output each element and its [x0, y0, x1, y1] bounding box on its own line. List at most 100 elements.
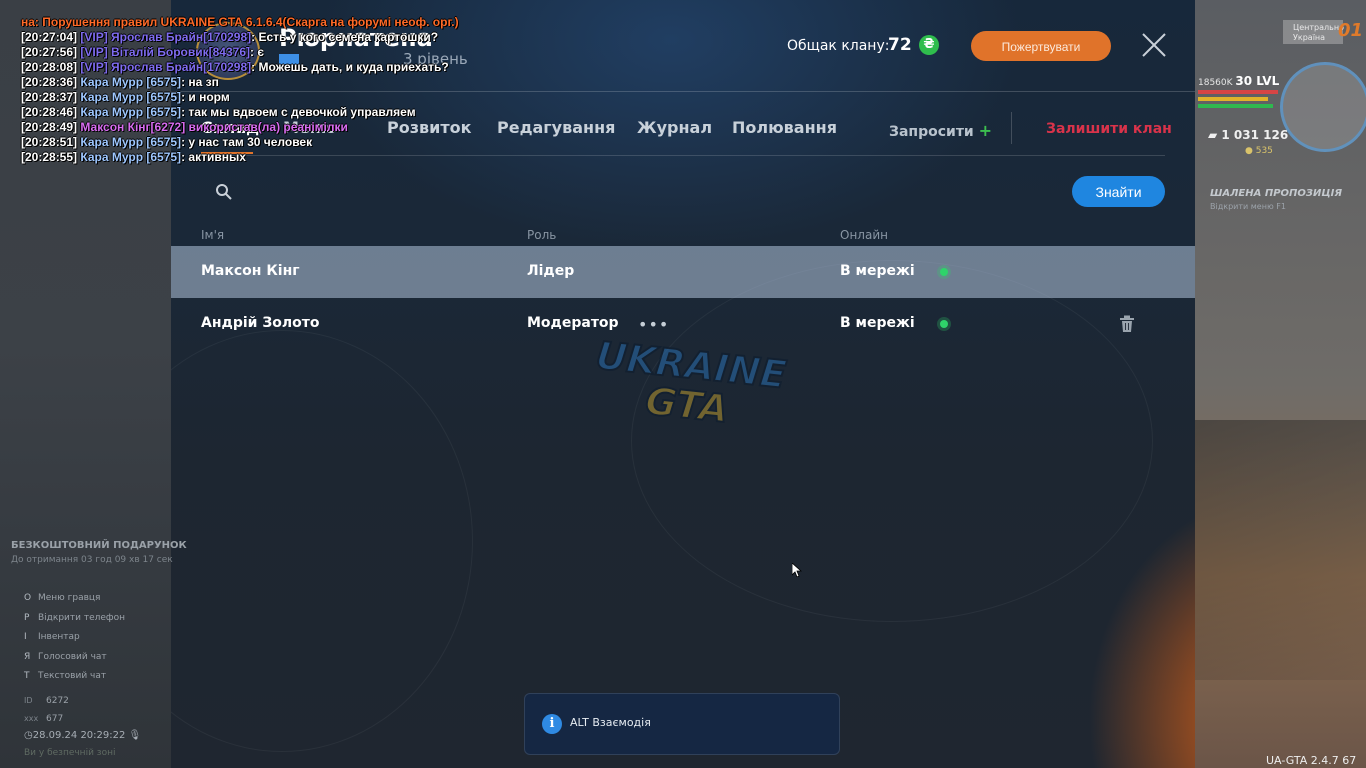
chat-fragment: Кара Мурр [6575] [80, 135, 182, 149]
chat-fragment: [20:28:51] [21, 135, 81, 149]
hotkey-key: Я [24, 651, 31, 662]
search-input[interactable] [245, 176, 1029, 208]
cash-value: 1 031 126 [1221, 128, 1289, 142]
chat-line: [20:28:36] Кара Мурр [6575]: на зп [21, 75, 581, 90]
health-bar [1198, 90, 1278, 94]
chat-fragment: [20:27:04] [21, 30, 81, 44]
chat-fragment: Кара Мурр [6575] [80, 90, 182, 104]
player-id: ID 6272 [24, 696, 69, 706]
tab-journal[interactable]: Журнал [637, 118, 712, 137]
online-count-key: ххх [24, 714, 39, 723]
hint-text: ALT Взаємодія [570, 716, 651, 729]
cash: ▰ 1 031 126 [1208, 128, 1288, 142]
free-gift-title: БЕЗКОШТОВНИЙ ПОДАРУНОК [11, 540, 187, 551]
chat-fragment: [VIP] Віталій Боровик[84376] [80, 45, 250, 59]
level-value: 30 LVL [1235, 74, 1280, 88]
chat-line: [20:28:37] Кара Мурр [6575]: и норм [21, 90, 581, 105]
chat-fragment: [VIP] Ярослав Брайн[170298] [80, 60, 252, 74]
cash-icon: ▰ [1208, 128, 1222, 142]
leave-clan-button[interactable]: Залишити клан [1046, 121, 1172, 137]
invite-label: Запросити [889, 124, 974, 140]
mouse-cursor-icon [792, 563, 802, 577]
info-icon: i [542, 714, 562, 734]
member-name: Максон Кінг [201, 263, 300, 279]
chat-fragment: : Есть у кого семена картошки? [251, 30, 439, 44]
hunger-bar [1198, 97, 1268, 101]
find-button[interactable]: Знайти [1072, 176, 1165, 207]
clock-icon: ◷ [24, 730, 33, 741]
stat-bars [1198, 90, 1278, 111]
region-number: 01 [1337, 20, 1363, 41]
member-role: Модератор [527, 315, 619, 331]
minimap [1280, 62, 1366, 152]
invite-button[interactable]: Запросити + [889, 121, 992, 140]
promo-title: ШАЛЕНА ПРОПОЗИЦІЯ [1210, 188, 1343, 199]
hotkey-label: Голосовий чат [38, 651, 107, 662]
promo-key: F1 [1276, 202, 1286, 211]
safe-zone: Ви у безпечній зоні [24, 748, 116, 758]
member-status: В мережі [840, 315, 915, 331]
online-dot-icon [940, 320, 948, 328]
interaction-hint: i ALT Взаємодія [524, 693, 840, 755]
chat-fragment: [20:28:37] [21, 90, 81, 104]
promo-sub-text: Відкрити меню [1210, 202, 1274, 211]
search-icon [216, 184, 232, 200]
chat-line: на: Порушення правил UKRAINE GTA 6.1.6.4… [21, 15, 581, 30]
chat-line: [20:28:51] Кара Мурр [6575]: у нас там 3… [21, 135, 581, 150]
hotkey-key: I [24, 632, 27, 642]
promo-banner: ШАЛЕНА ПРОПОЗИЦІЯ Відкрити меню F1 [1198, 186, 1348, 216]
member-status: В мережі [840, 263, 915, 279]
exp-value: 18560K [1198, 78, 1233, 88]
chat-line: [20:28:08] [VIP] Ярослав Брайн[170298]: … [21, 60, 581, 75]
treasury-value: 72 [888, 35, 912, 55]
clock: ◷28.09.24 20:29:22 🎙 [24, 730, 141, 741]
chat-fragment: : и норм [181, 90, 230, 104]
decor-circle [171, 330, 473, 752]
online-count-value: 677 [46, 714, 64, 724]
coins: ● 535 [1245, 146, 1273, 156]
close-icon[interactable] [1139, 30, 1169, 60]
chat-log: на: Порушення правил UKRAINE GTA 6.1.6.4… [21, 0, 581, 165]
online-count: ххх 677 [24, 714, 63, 724]
hotkey-key: P [24, 612, 30, 623]
more-options-icon[interactable]: ••• [638, 315, 669, 334]
tab-hunting[interactable]: Полювання [732, 118, 837, 137]
hotkey-list: O Меню гравця P Відкрити телефон I Інвентар… [24, 593, 125, 691]
currency-icon: ₴ [919, 35, 939, 55]
player-level: 18560K 30 LVL [1198, 74, 1279, 88]
chat-fragment: [20:28:55] [21, 150, 81, 164]
table-row[interactable]: Максон Кінг Лідер В мережі [171, 246, 1195, 298]
chat-fragment: [20:27:56] [21, 45, 81, 59]
hotkey-label: Відкрити телефон [38, 612, 126, 623]
column-header-name: Ім'я [201, 228, 225, 242]
chat-fragment: : є [250, 45, 264, 59]
hotkey-label: Меню гравця [38, 593, 101, 603]
chat-fragment: [20:28:08] [21, 60, 81, 74]
microphone-icon: 🎙 [128, 730, 142, 741]
hotkey-item: O Меню гравця [24, 593, 125, 613]
member-role: Лідер [527, 263, 575, 279]
hotkey-item: Я Голосовий чат [24, 652, 125, 672]
donate-button[interactable]: Пожертвувати [971, 31, 1111, 61]
chat-fragment: [20:28:46] [21, 105, 81, 119]
hotkey-key: O [24, 593, 32, 603]
column-header-online: Онлайн [840, 228, 888, 242]
player-id-value: 6272 [46, 696, 69, 706]
trash-icon[interactable] [1119, 315, 1135, 333]
ukraine-gta-logo: UKRAINE GTA [593, 340, 789, 430]
chat-line: [20:27:56] [VIP] Віталій Боровик[84376]:… [21, 45, 581, 60]
chat-line: [20:28:46] Кара Мурр [6575]: так мы вдво… [21, 105, 581, 120]
hotkey-item: P Відкрити телефон [24, 613, 125, 633]
treasury-label: Общак клану: [787, 38, 890, 54]
thirst-bar [1198, 104, 1273, 108]
clock-text: 28.09.24 20:29:22 [32, 730, 126, 741]
chat-fragment: : Можешь дать, и куда приехать? [251, 60, 449, 74]
player-id-key: ID [24, 696, 33, 705]
chat-fragment: : у нас там 30 человек [181, 135, 313, 149]
chat-line: [20:27:04] [VIP] Ярослав Брайн[170298]: … [21, 30, 581, 45]
promo-subtitle: Відкрити меню F1 [1210, 202, 1286, 211]
member-name: Андрій Золото [201, 315, 320, 331]
chat-fragment: Кара Мурр [6575] [80, 75, 182, 89]
hotkey-label: Інвентар [38, 632, 80, 642]
online-dot-icon [940, 268, 948, 276]
